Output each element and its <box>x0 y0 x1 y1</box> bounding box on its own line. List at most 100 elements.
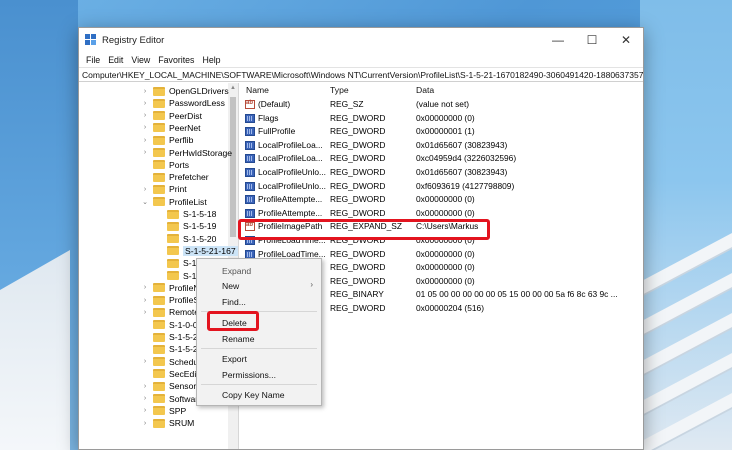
tree-item[interactable]: S-1-5-20 <box>155 233 216 245</box>
value-data: 0x00000000 (0) <box>416 194 475 205</box>
binary-value-icon <box>245 127 255 137</box>
ctx-copy-key-name[interactable]: Copy Key Name <box>222 390 285 400</box>
ctx-find[interactable]: Find... <box>222 297 246 307</box>
tree-item[interactable]: ⌄ ProfileList <box>141 196 207 208</box>
ctx-export[interactable]: Export <box>222 354 247 364</box>
expand-chevron-icon[interactable]: › <box>141 358 149 365</box>
folder-icon <box>153 148 165 157</box>
expand-chevron-icon[interactable]: › <box>141 284 149 291</box>
binary-value-icon <box>245 208 255 218</box>
title-bar[interactable]: Registry Editor — ☐ ✕ <box>79 28 643 52</box>
folder-icon <box>153 135 165 145</box>
menu-help[interactable]: Help <box>198 55 224 65</box>
menu-file[interactable]: File <box>82 55 104 65</box>
tree-item[interactable]: › ProfileN <box>141 282 200 294</box>
tree-item[interactable]: S-1-0-0 <box>141 319 198 331</box>
expand-chevron-icon[interactable]: › <box>141 309 149 316</box>
column-data-header[interactable]: Data <box>416 85 434 95</box>
tree-item[interactable]: S-1-5-19 <box>155 220 216 232</box>
value-row[interactable]: LocalProfileLoa... REG_DWORD 0x01d65607 (3… <box>239 139 643 152</box>
menu-edit[interactable]: Edit <box>104 55 127 65</box>
tree-item[interactable]: › Sensor <box>141 380 196 392</box>
tree-item-label: OpenGLDrivers <box>169 86 229 96</box>
scroll-up-icon[interactable]: ▲ <box>228 83 238 93</box>
tree-item[interactable]: › PasswordLess <box>141 97 225 109</box>
value-name: LocalProfileLoa... <box>258 139 323 150</box>
expand-chevron-icon[interactable]: › <box>141 149 149 156</box>
tree-item[interactable]: › PeerNet <box>141 122 201 134</box>
expand-chevron-icon[interactable]: › <box>141 186 149 193</box>
expand-chevron-icon[interactable]: › <box>141 100 149 107</box>
tree-item-label: S-1-5-18 <box>183 209 217 219</box>
expand-chevron-icon[interactable]: › <box>141 112 149 119</box>
folder-icon <box>153 295 165 305</box>
ctx-new[interactable]: New <box>222 281 239 291</box>
expand-chevron-icon[interactable]: › <box>141 124 149 131</box>
minimize-button[interactable]: — <box>541 28 575 52</box>
tree-item[interactable]: › PerHwIdStorage <box>141 147 232 159</box>
folder-icon <box>167 209 179 219</box>
delete-highlight <box>207 311 259 331</box>
folder-icon <box>153 357 165 367</box>
tree-item-label: Perflib <box>169 135 194 146</box>
tree-item[interactable]: S-1-5-21-167 <box>155 245 238 257</box>
tree-item[interactable]: › RemoteI <box>141 306 202 318</box>
menu-favorites[interactable]: Favorites <box>154 55 198 65</box>
value-data: 0x01d65607 (30823943) <box>416 139 508 150</box>
tree-item[interactable]: S-1-5-21 <box>141 331 202 343</box>
value-row[interactable]: ProfileAttempte... REG_DWORD 0x00000000 (0… <box>239 207 643 220</box>
close-button[interactable]: ✕ <box>609 28 643 52</box>
scrollbar-thumb[interactable] <box>230 97 236 237</box>
background-building <box>640 0 732 450</box>
tree-item[interactable]: › SPP <box>141 405 186 417</box>
column-name-header[interactable]: Name <box>246 85 269 95</box>
expand-chevron-icon[interactable]: ⌄ <box>141 198 149 206</box>
value-row[interactable]: LocalProfileUnlo... REG_DWORD 0xf6093619 (… <box>239 180 643 193</box>
value-data: 0x00000001 (1) <box>416 126 475 137</box>
tree-item[interactable]: › OpenGLDrivers <box>141 85 229 97</box>
tree-item[interactable]: SecEdit <box>141 368 199 380</box>
tree-item[interactable]: › ProfileSe <box>141 294 204 306</box>
tree-item[interactable]: › Schedul <box>141 356 200 368</box>
tree-item-label: ProfileN <box>169 282 200 293</box>
expand-chevron-icon[interactable]: › <box>141 407 149 414</box>
menu-view[interactable]: View <box>127 55 154 65</box>
value-data: 0xf6093619 (4127798809) <box>416 180 515 191</box>
ctx-permissions[interactable]: Permissions... <box>222 370 276 380</box>
column-type-header[interactable]: Type <box>330 85 349 95</box>
ctx-rename[interactable]: Rename <box>222 334 254 344</box>
tree-item[interactable]: Ports <box>141 159 189 171</box>
tree-item-label: SecEdit <box>169 368 199 379</box>
folder-icon <box>167 246 179 256</box>
value-row[interactable]: LocalProfileLoa... REG_DWORD 0xc04959d4 (3… <box>239 152 643 165</box>
tree-item[interactable]: S-1-5-18 <box>155 208 216 220</box>
menu-bar: File Edit View Favorites Help <box>79 52 643 67</box>
tree-item[interactable]: › Perflib <box>141 134 194 146</box>
maximize-button[interactable]: ☐ <box>575 28 609 52</box>
folder-icon <box>153 86 165 96</box>
expand-chevron-icon[interactable]: › <box>141 383 149 390</box>
tree-item[interactable]: › PeerDist <box>141 110 202 122</box>
tree-item[interactable]: › SRUM <box>141 417 194 429</box>
address-bar[interactable]: Computer\HKEY_LOCAL_MACHINE\SOFTWARE\Mic… <box>79 67 643 82</box>
tree-item[interactable]: › Print <box>141 183 187 195</box>
value-row[interactable]: ProfileAttempte... REG_DWORD 0x00000000 (0… <box>239 193 643 206</box>
value-type: REG_DWORD <box>330 248 386 259</box>
value-row[interactable]: FullProfile REG_DWORD 0x00000001 (1) <box>239 125 643 138</box>
expand-chevron-icon[interactable]: › <box>141 420 149 427</box>
value-row[interactable]: LocalProfileUnlo... REG_DWORD 0x01d65607 (… <box>239 166 643 179</box>
value-row[interactable]: Flags REG_DWORD 0x00000000 (0) <box>239 112 643 125</box>
value-name: LocalProfileUnlo... <box>258 180 326 191</box>
value-row[interactable]: (Default) REG_SZ (value not set) <box>239 98 643 111</box>
folder-icon <box>153 160 165 170</box>
folder-icon <box>153 394 165 403</box>
folder-icon <box>153 332 165 342</box>
tree-item[interactable]: S-1-5-21 <box>141 343 202 355</box>
expand-chevron-icon[interactable]: › <box>141 395 149 402</box>
expand-chevron-icon[interactable]: › <box>141 88 149 95</box>
expand-chevron-icon[interactable]: › <box>141 137 149 144</box>
ctx-expand[interactable]: Expand <box>222 266 251 276</box>
value-type: REG_DWORD <box>330 126 386 137</box>
tree-item[interactable]: Prefetcher <box>141 171 209 183</box>
expand-chevron-icon[interactable]: › <box>141 297 149 304</box>
